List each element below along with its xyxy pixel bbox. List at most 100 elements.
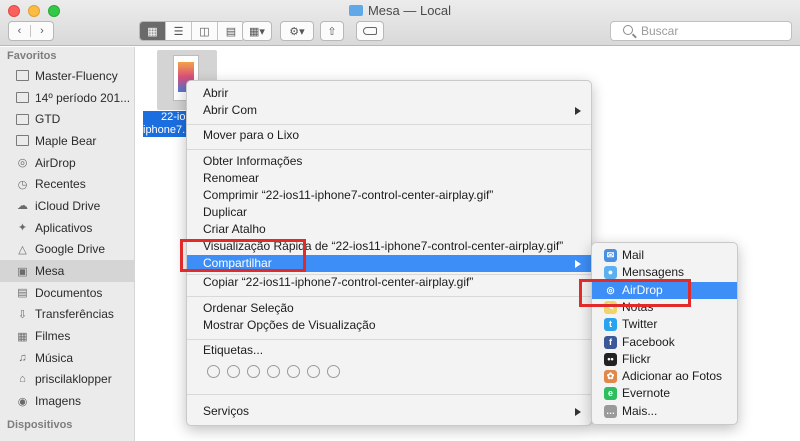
sidebar-item[interactable]: ◷ Recentes xyxy=(0,173,134,195)
menu-item-label: Renomear xyxy=(203,171,260,185)
menu-item-label: Duplicar xyxy=(203,205,248,219)
share-item[interactable]: ✿ Adicionar ao Fotos xyxy=(592,368,737,385)
tag-icon xyxy=(363,27,377,35)
sidebar-item[interactable]: Master-Fluency xyxy=(0,65,134,87)
sidebar-item[interactable]: ☁ iCloud Drive xyxy=(0,195,134,217)
menu-item-criar-atalho[interactable]: Criar Atalho xyxy=(187,221,591,238)
file-name-line2: iphone7... xyxy=(143,124,192,136)
music-icon: ♫ xyxy=(18,351,27,364)
menu-item-mostrar-opcoes[interactable]: Mostrar Opções de Visualização xyxy=(187,317,591,334)
menu-item-label: Etiquetas... xyxy=(203,343,264,357)
tag-circle-icon[interactable] xyxy=(267,365,280,378)
film-icon: ▦ xyxy=(17,330,28,343)
chevron-left-icon[interactable]: ‹ xyxy=(9,25,31,37)
sidebar-item-label: Recentes xyxy=(35,177,86,192)
sidebar-item[interactable]: Maple Bear xyxy=(0,130,134,152)
menu-item-comprimir[interactable]: Comprimir “22-ios11-iphone7-control-cent… xyxy=(187,187,591,204)
column-view-icon[interactable]: ◫ xyxy=(192,22,218,40)
annotation-box-airdrop xyxy=(579,279,691,307)
tag-circle-icon[interactable] xyxy=(207,365,220,378)
sidebar-item[interactable]: ▦ Filmes xyxy=(0,325,134,347)
share-item[interactable]: f Facebook xyxy=(592,334,737,351)
share-button[interactable]: ⇧ xyxy=(320,21,344,41)
google-drive-icon: △ xyxy=(18,243,27,256)
sidebar-item[interactable]: ▤ Documentos xyxy=(0,282,134,304)
share-item-label: Flickr xyxy=(622,351,651,366)
search-input[interactable]: Buscar xyxy=(610,21,792,41)
sidebar-item[interactable]: ⌂ priscilaklopper xyxy=(0,369,134,391)
icon-view-icon[interactable]: ▦ xyxy=(140,22,166,40)
flickr-icon: •• xyxy=(604,352,617,366)
menu-item-renomear[interactable]: Renomear xyxy=(187,170,591,187)
sidebar-item[interactable]: ⇩ Transferências xyxy=(0,304,134,326)
sidebar-item-label: iCloud Drive xyxy=(35,198,101,213)
back-forward-buttons[interactable]: ‹ › xyxy=(8,21,54,41)
desktop-icon: ▣ xyxy=(17,265,28,278)
menu-separator xyxy=(187,149,591,150)
menu-item-servicos[interactable]: Serviços xyxy=(187,403,591,420)
menu-item-mover-lixo[interactable]: Mover para o Lixo xyxy=(187,127,591,144)
twitter-icon: t xyxy=(604,318,617,332)
sidebar-item-label: Música xyxy=(35,350,74,365)
sidebar-item[interactable]: ◎ AirDrop xyxy=(0,152,134,174)
menu-item-abrir[interactable]: Abrir xyxy=(187,85,591,102)
menu-item-duplicar[interactable]: Duplicar xyxy=(187,204,591,221)
sidebar-devices-header: Dispositivos xyxy=(7,419,73,431)
tags-button[interactable] xyxy=(356,21,384,41)
menu-item-copiar[interactable]: Copiar “22-ios11-iphone7-control-center-… xyxy=(187,274,591,291)
tag-circle-icon[interactable] xyxy=(287,365,300,378)
list-view-icon[interactable]: ☰ xyxy=(166,22,192,40)
group-by-button[interactable]: ▦▾ xyxy=(242,21,272,41)
share-item-label: Evernote xyxy=(622,386,671,401)
apps-icon: ✦ xyxy=(17,222,28,235)
facebook-icon: f xyxy=(604,335,617,349)
menu-item-obter-info[interactable]: Obter Informações xyxy=(187,153,591,170)
menu-item-ordenar-selecao[interactable]: Ordenar Seleção xyxy=(187,300,591,317)
sidebar-item[interactable]: ◉ Imagens xyxy=(0,390,134,412)
mail-icon: ✉ xyxy=(604,249,617,262)
menu-item-label: Copiar “22-ios11-iphone7-control-center-… xyxy=(203,275,474,289)
action-button[interactable]: ⚙▾ xyxy=(280,21,314,41)
share-item[interactable]: •• Flickr xyxy=(592,351,737,368)
folder-icon xyxy=(348,5,363,16)
tag-circle-icon[interactable] xyxy=(307,365,320,378)
menu-item-abrir-com[interactable]: Abrir Com xyxy=(187,102,591,119)
sidebar-item[interactable]: ♫ Música xyxy=(0,347,134,369)
gallery-view-icon[interactable]: ▤ xyxy=(218,22,244,40)
sidebar-item-label: Transferências xyxy=(35,307,114,322)
menu-item-label: Abrir Com xyxy=(203,103,258,117)
folder-icon xyxy=(16,135,29,147)
tag-circle-icon[interactable] xyxy=(327,365,340,378)
sidebar-item[interactable]: GTD xyxy=(0,108,134,130)
gear-icon: ⚙▾ xyxy=(289,25,305,38)
menu-item-label: Abrir xyxy=(203,86,229,100)
menu-separator xyxy=(187,339,591,340)
share-item[interactable]: e Evernote xyxy=(592,385,737,402)
folder-icon xyxy=(16,113,29,125)
share-item-label: Mail xyxy=(622,248,645,262)
tag-circle-icon[interactable] xyxy=(227,365,240,378)
share-item-label: Mais... xyxy=(622,403,658,418)
sidebar-item-label: Master-Fluency xyxy=(35,68,118,83)
tag-circle-icon[interactable] xyxy=(247,365,260,378)
view-mode-selector[interactable]: ▦ ☰ ◫ ▤ xyxy=(139,21,245,41)
chevron-right-icon[interactable]: › xyxy=(31,25,53,37)
share-item[interactable]: t Twitter xyxy=(592,316,737,333)
sidebar-item-label: Aplicativos xyxy=(35,220,93,235)
sidebar-item[interactable]: ▣ Mesa xyxy=(0,260,134,282)
photos-icon: ✿ xyxy=(604,370,617,384)
menu-separator xyxy=(187,394,591,395)
evernote-icon: e xyxy=(604,387,617,401)
sidebar-item[interactable]: ✦ Aplicativos xyxy=(0,217,134,239)
sidebar-item-label: Google Drive xyxy=(35,242,106,257)
menu-item-etiquetas[interactable]: Etiquetas... xyxy=(187,342,591,359)
search-icon xyxy=(623,25,633,35)
share-item[interactable]: … Mais... xyxy=(592,403,737,420)
messages-icon: ● xyxy=(604,266,617,280)
search-placeholder: Buscar xyxy=(641,24,679,38)
sidebar-item[interactable]: 14º período 201... xyxy=(0,87,134,109)
share-item[interactable]: ✉ Mail xyxy=(592,247,737,264)
sidebar-item[interactable]: △ Google Drive xyxy=(0,239,134,261)
file-name-line1: 22-ios xyxy=(161,111,191,123)
menu-separator xyxy=(187,296,591,297)
